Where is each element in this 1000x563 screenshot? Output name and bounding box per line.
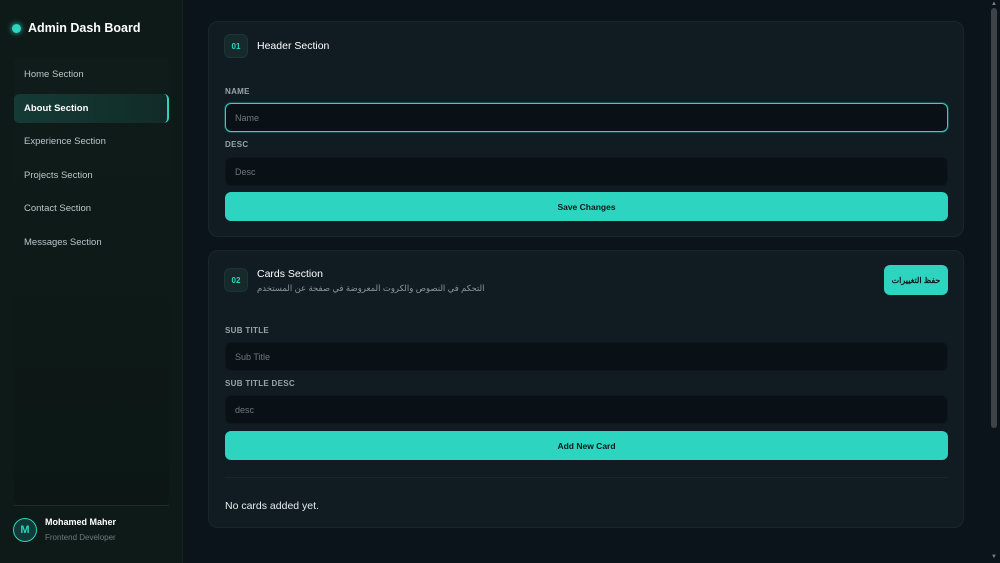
save-changes-button[interactable]: Save Changes (225, 192, 948, 221)
profile-name: Mohamed Maher (45, 517, 117, 527)
brand: Admin Dash Board (12, 19, 141, 37)
sidebar-item-projects[interactable]: Projects Section (14, 161, 169, 190)
sidebar-item-messages[interactable]: Messages Section (14, 228, 169, 257)
section-divider (225, 477, 948, 478)
section-number-badge: 01 (224, 34, 248, 58)
avatar: M (13, 517, 37, 542)
sidebar-item-home[interactable]: Home Section (14, 60, 169, 89)
status-dot-icon (12, 23, 21, 33)
profile-text: Mohamed Maher Frontend Developer (45, 517, 116, 542)
add-new-card-button[interactable]: Add New Card (225, 431, 948, 460)
desc-input[interactable] (225, 157, 948, 186)
user-profile[interactable]: M Mohamed Maher Frontend Developer (13, 517, 116, 542)
scrollbar-thumb[interactable] (991, 8, 997, 428)
sidebar-item-experience[interactable]: Experience Section (14, 127, 169, 156)
sidebar-item-contact[interactable]: Contact Section (14, 194, 169, 223)
name-input[interactable] (225, 103, 948, 132)
section-title: Cards Section (257, 268, 323, 280)
sidebar: Admin Dash Board Home Section About Sect… (0, 0, 183, 563)
section-subtitle: التحكم في النصوص والكروت المعروضة في صفح… (257, 283, 485, 293)
save-changes-arabic-button[interactable]: حفظ التغييرات (884, 265, 948, 295)
profile-role: Frontend Developer (45, 533, 116, 542)
sidebar-item-about[interactable]: About Section (14, 94, 169, 123)
cards-section-card: 02 Cards Section التحكم في النصوص والكرو… (208, 250, 964, 528)
desc-label: DESC (225, 140, 249, 149)
section-title: Header Section (257, 40, 330, 52)
triangle-down-icon[interactable]: ▼ (990, 554, 998, 560)
brand-title: Admin Dash Board (28, 21, 141, 35)
section-number-badge: 02 (224, 268, 248, 292)
subtitle-label: SUB TITLE (225, 326, 270, 335)
sidebar-divider (14, 505, 169, 506)
sidebar-nav: Home Section About Section Experience Se… (14, 58, 169, 505)
subtitle-desc-label: SUB TITLE DESC (225, 379, 295, 388)
subtitle-input[interactable] (225, 342, 948, 371)
name-label: NAME (225, 87, 250, 96)
triangle-up-icon[interactable]: ▲ (990, 1, 998, 7)
header-section-card: 01 Header Section NAME DESC Save Changes (208, 21, 964, 237)
empty-cards-message: No cards added yet. (225, 500, 319, 512)
subtitle-desc-input[interactable] (225, 395, 948, 424)
